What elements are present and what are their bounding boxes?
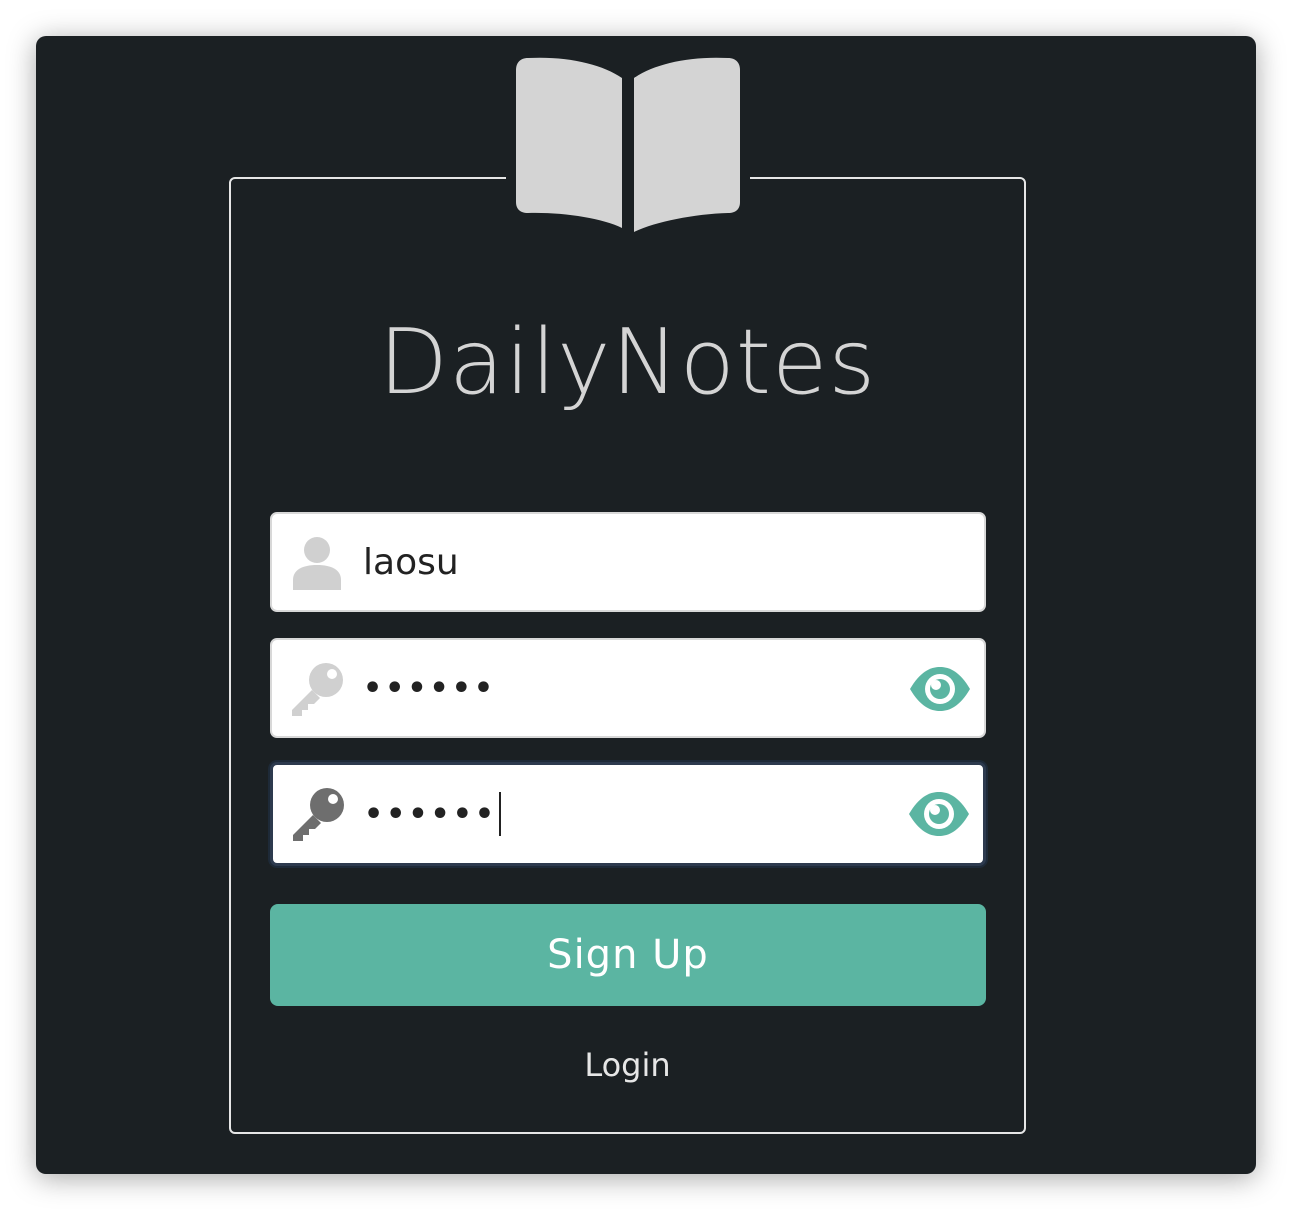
key-icon [292,663,343,716]
book-logo-icon [516,57,740,232]
confirm-password-input[interactable]: •••••• [364,765,502,863]
password-field[interactable]: •••••• [270,638,986,738]
key-icon [293,788,344,841]
text-caret [499,792,502,836]
username-input[interactable]: laosu [363,514,459,610]
eye-icon[interactable] [907,789,971,839]
password-input[interactable]: •••••• [363,640,496,736]
confirm-password-value: •••••• [364,796,498,832]
login-link[interactable]: Login [229,1046,1026,1084]
app-title: DailyNotes [378,310,877,415]
eye-icon[interactable] [908,664,972,714]
signup-button[interactable]: Sign Up [270,904,986,1006]
confirm-password-field[interactable]: •••••• [270,762,986,866]
user-icon [293,537,341,590]
username-field[interactable]: laosu [270,512,986,612]
